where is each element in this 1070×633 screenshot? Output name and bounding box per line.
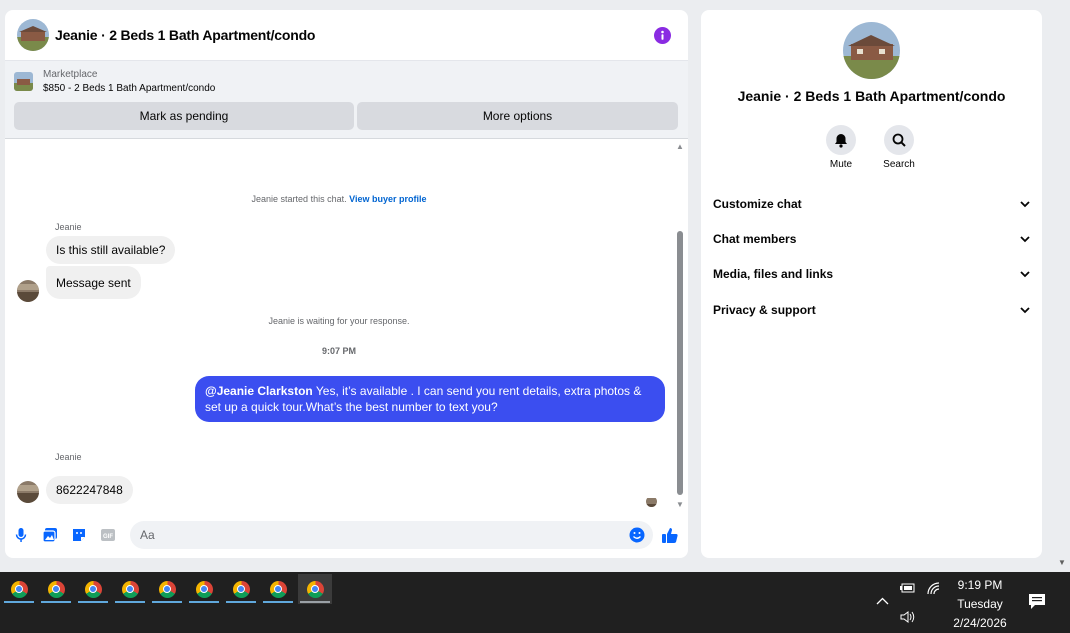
chat-info-panel: Jeanie · 2 Beds 1 Bath Apartment/condo M… bbox=[701, 10, 1042, 558]
volume-icon[interactable] bbox=[900, 610, 916, 627]
sender-name: Jeanie bbox=[55, 222, 82, 232]
taskbar-chrome-app-active[interactable] bbox=[298, 574, 332, 604]
like-icon[interactable] bbox=[661, 526, 679, 544]
chrome-icon bbox=[269, 580, 287, 598]
message-scrollbar[interactable]: ▲ ▼ bbox=[676, 143, 684, 509]
taskbar-chrome-app[interactable] bbox=[2, 574, 36, 604]
search-icon[interactable] bbox=[884, 125, 914, 155]
emoji-icon[interactable] bbox=[629, 527, 645, 543]
sender-name: Jeanie bbox=[55, 452, 82, 462]
listing-info[interactable]: Marketplace $850 - 2 Beds 1 Bath Apartme… bbox=[14, 67, 679, 95]
clock-day: Tuesday bbox=[957, 597, 1003, 611]
view-buyer-profile-link[interactable]: View buyer profile bbox=[349, 194, 426, 204]
listing-bar: Marketplace $850 - 2 Beds 1 Bath Apartme… bbox=[5, 61, 688, 139]
page-scroll-down-icon[interactable]: ▼ bbox=[1058, 558, 1066, 567]
incoming-message[interactable]: 8622247848 bbox=[46, 476, 133, 504]
sticker-icon[interactable] bbox=[71, 527, 87, 543]
photo-icon[interactable] bbox=[42, 527, 58, 543]
media-files-links-section[interactable]: Media, files and links bbox=[713, 264, 1030, 284]
listing-thumbnail bbox=[14, 71, 33, 91]
taskbar-chrome-app[interactable] bbox=[187, 574, 221, 604]
info-icon[interactable] bbox=[654, 27, 671, 44]
incoming-message[interactable]: Message sent bbox=[46, 266, 141, 299]
show-hidden-icons-chevron-icon[interactable] bbox=[876, 594, 889, 608]
chevron-down-icon bbox=[1020, 306, 1030, 313]
search-label: Search bbox=[883, 159, 915, 170]
svg-text:GIF: GIF bbox=[103, 534, 113, 540]
customize-chat-section[interactable]: Customize chat bbox=[713, 194, 1030, 214]
listing-summary: $850 - 2 Beds 1 Bath Apartment/condo bbox=[43, 82, 216, 94]
section-label: Media, files and links bbox=[713, 267, 834, 281]
message-timestamp: 9:07 PM bbox=[321, 346, 356, 356]
taskbar-chrome-app[interactable] bbox=[76, 574, 110, 604]
composer: GIF bbox=[5, 519, 688, 551]
clock-date: 2/24/2026 bbox=[953, 616, 1007, 630]
seen-indicator-avatar bbox=[646, 496, 657, 507]
chrome-icon bbox=[10, 580, 28, 598]
chat-members-section[interactable]: Chat members bbox=[713, 229, 1030, 249]
chrome-icon bbox=[158, 580, 176, 598]
section-label: Customize chat bbox=[713, 197, 802, 211]
chat-started-text: Jeanie started this chat. bbox=[251, 194, 347, 204]
chrome-icon bbox=[306, 580, 324, 598]
chat-title[interactable]: Jeanie · 2 Beds 1 Bath Apartment/condo bbox=[55, 27, 315, 43]
battery-icon[interactable] bbox=[900, 582, 916, 596]
privacy-support-section[interactable]: Privacy & support bbox=[713, 300, 1030, 320]
network-icon[interactable] bbox=[926, 581, 940, 598]
scroll-down-icon[interactable]: ▼ bbox=[676, 501, 684, 509]
section-label: Chat members bbox=[713, 232, 797, 246]
contact-title: Jeanie · 2 Beds 1 Bath Apartment/condo bbox=[737, 88, 1006, 104]
mute-action[interactable]: Mute bbox=[816, 125, 866, 170]
scroll-thumb[interactable] bbox=[677, 231, 683, 495]
chevron-down-icon bbox=[1020, 235, 1030, 242]
incoming-message[interactable]: Is this still available? bbox=[46, 236, 176, 264]
gif-icon[interactable]: GIF bbox=[100, 527, 116, 543]
chat-panel: Jeanie · 2 Beds 1 Bath Apartment/condo M… bbox=[5, 10, 688, 558]
message-input-wrapper bbox=[130, 521, 653, 549]
more-options-button[interactable]: More options bbox=[357, 102, 678, 130]
sender-avatar[interactable] bbox=[17, 280, 39, 302]
section-label: Privacy & support bbox=[713, 303, 816, 317]
chevron-down-icon bbox=[1020, 200, 1030, 207]
chevron-down-icon bbox=[1020, 270, 1030, 277]
listing-source: Marketplace bbox=[43, 68, 98, 80]
chat-header: Jeanie · 2 Beds 1 Bath Apartment/condo bbox=[5, 10, 688, 61]
taskbar-chrome-app[interactable] bbox=[113, 574, 147, 604]
chrome-icon bbox=[195, 580, 213, 598]
mute-label: Mute bbox=[829, 159, 853, 170]
outgoing-message[interactable]: @Jeanie Clarkston Yes, it’s available . … bbox=[195, 376, 665, 422]
system-clock[interactable]: 9:19 PM Tuesday 2/24/2026 bbox=[942, 576, 1018, 633]
chrome-icon bbox=[232, 580, 250, 598]
chrome-icon bbox=[47, 580, 65, 598]
message-input[interactable] bbox=[130, 521, 610, 549]
scroll-up-icon[interactable]: ▲ bbox=[676, 143, 684, 151]
mark-as-pending-button[interactable]: Mark as pending bbox=[14, 102, 354, 130]
bell-icon[interactable] bbox=[826, 125, 856, 155]
search-action[interactable]: Search bbox=[874, 125, 924, 170]
taskbar-chrome-app[interactable] bbox=[261, 574, 295, 604]
taskbar-chrome-app[interactable] bbox=[150, 574, 184, 604]
clock-time: 9:19 PM bbox=[957, 578, 1003, 592]
mention-tag[interactable]: @Jeanie Clarkston bbox=[205, 384, 313, 398]
header-avatar[interactable] bbox=[17, 19, 49, 51]
taskbar: 9:19 PM Tuesday 2/24/2026 bbox=[0, 572, 1070, 633]
taskbar-chrome-app[interactable] bbox=[224, 574, 258, 604]
microphone-icon[interactable] bbox=[13, 527, 29, 543]
notifications-icon[interactable] bbox=[1028, 593, 1046, 613]
waiting-notice: Jeanie is waiting for your response. bbox=[268, 316, 410, 326]
chat-started-notice: Jeanie started this chat. View buyer pro… bbox=[5, 194, 673, 204]
sender-avatar[interactable] bbox=[17, 481, 39, 503]
contact-avatar[interactable] bbox=[843, 22, 900, 79]
taskbar-chrome-app[interactable] bbox=[39, 574, 73, 604]
chrome-icon bbox=[84, 580, 102, 598]
chrome-icon bbox=[121, 580, 139, 598]
message-list[interactable]: Jeanie started this chat. View buyer pro… bbox=[5, 141, 688, 511]
